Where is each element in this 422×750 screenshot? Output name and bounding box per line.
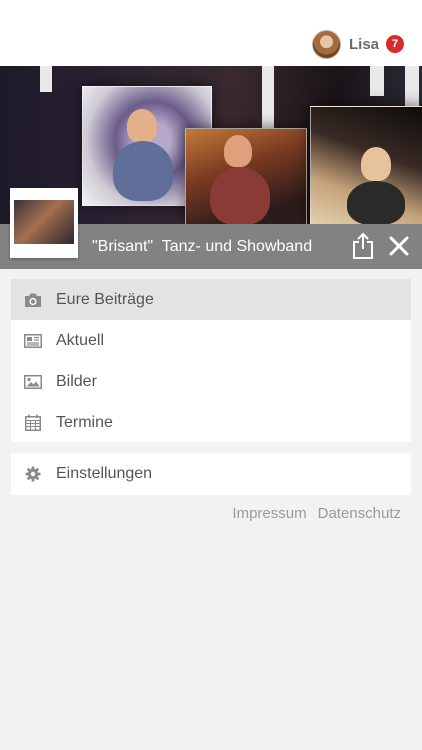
menu-item-aktuell[interactable]: Aktuell <box>11 320 411 361</box>
user-profile[interactable]: Lisa 7 <box>311 29 404 59</box>
stage-light <box>40 66 52 92</box>
menu-item-label: Termine <box>56 413 113 431</box>
close-icon <box>389 236 409 256</box>
thumbnail-image <box>14 200 74 244</box>
person-figure <box>361 147 391 181</box>
datenschutz-link[interactable]: Datenschutz <box>318 505 401 522</box>
avatar[interactable] <box>311 29 341 59</box>
band-photo <box>310 106 422 224</box>
menu-item-einstellungen[interactable]: Einstellungen <box>11 453 411 494</box>
newspaper-icon <box>24 332 42 350</box>
notification-badge[interactable]: 7 <box>386 35 404 53</box>
impressum-link[interactable]: Impressum <box>232 505 306 522</box>
stage-light <box>262 66 274 128</box>
menu-item-bilder[interactable]: Bilder <box>11 361 411 402</box>
user-name[interactable]: Lisa <box>349 36 379 53</box>
image-icon <box>24 373 42 391</box>
person-figure <box>113 141 173 201</box>
gear-icon <box>24 465 42 483</box>
menu-item-label: Aktuell <box>56 331 105 349</box>
menu-item-label: Einstellungen <box>56 464 153 482</box>
share-icon <box>353 232 373 259</box>
page-title: "Brisant" Tanz- und Showband <box>92 238 313 255</box>
share-button[interactable] <box>351 232 375 260</box>
main-menu: Eure Beiträge Aktuell Bilder Termine <box>11 279 411 442</box>
menu-item-termine[interactable]: Termine <box>11 402 411 443</box>
band-photo <box>185 128 307 224</box>
menu-item-label: Bilder <box>56 372 97 390</box>
camera-icon <box>24 291 42 309</box>
top-bar: Lisa 7 <box>0 0 422 66</box>
close-button[interactable] <box>388 235 410 257</box>
person-figure <box>224 135 252 167</box>
menu-item-label: Eure Beiträge <box>56 290 154 308</box>
settings-menu: Einstellungen <box>11 453 411 495</box>
footer-links: Impressum Datenschutz <box>232 505 401 522</box>
person-figure <box>210 167 270 224</box>
menu-item-beitraege[interactable]: Eure Beiträge <box>11 279 411 320</box>
stage-light <box>370 66 384 96</box>
band-thumbnail <box>10 188 78 258</box>
calendar-icon <box>24 414 42 432</box>
person-figure <box>347 181 405 224</box>
person-figure <box>127 109 157 143</box>
